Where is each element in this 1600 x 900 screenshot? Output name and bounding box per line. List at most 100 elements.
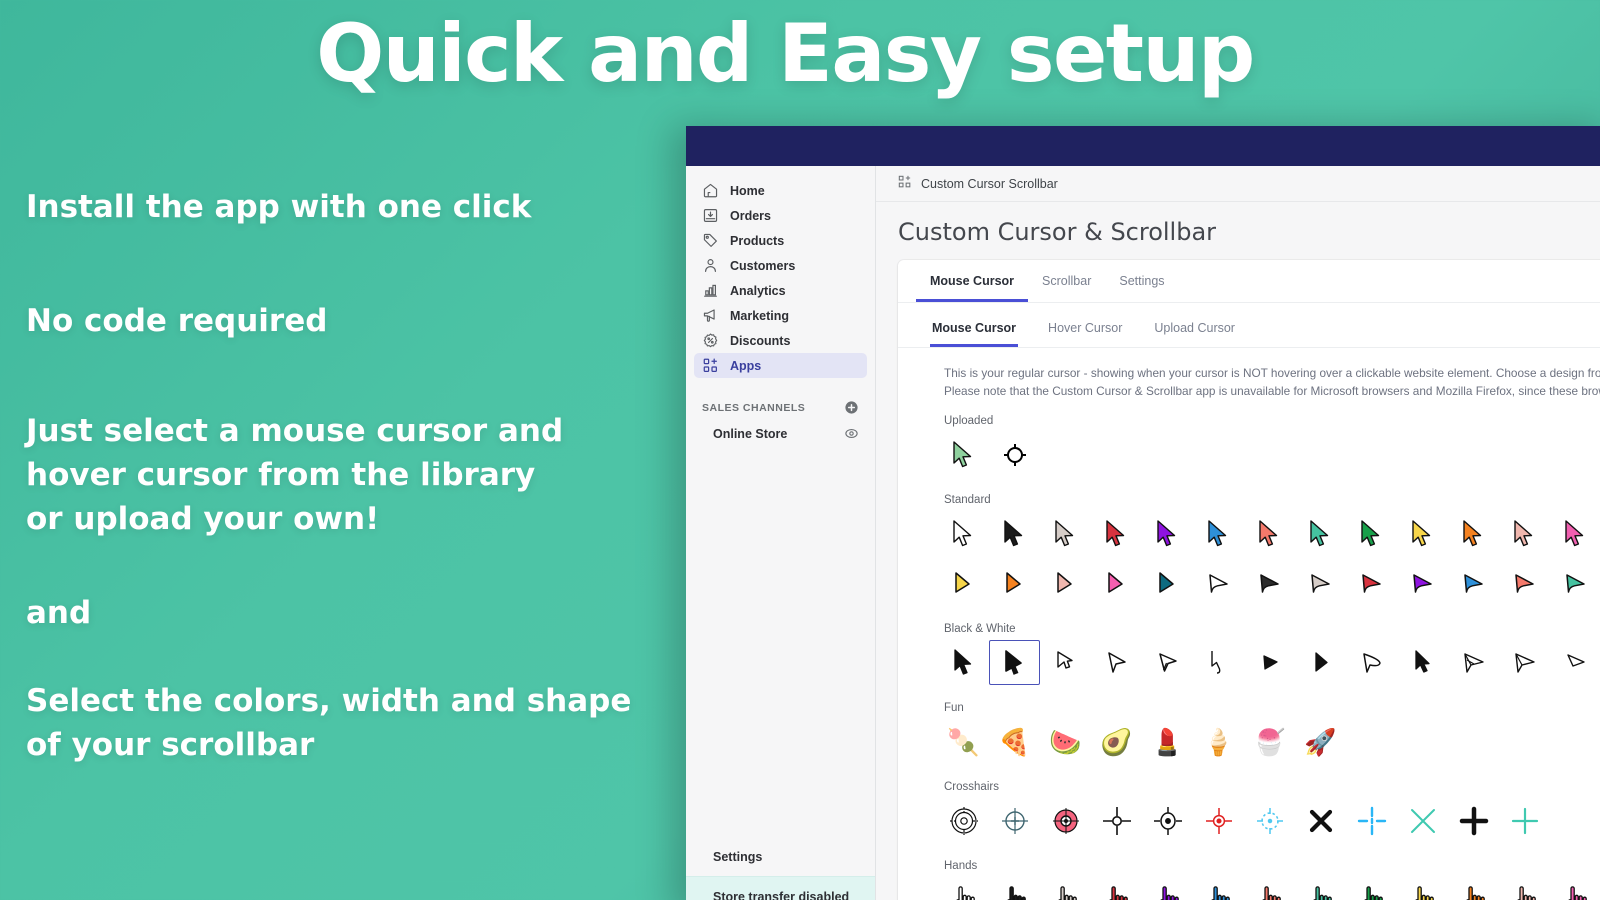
cursor-option-standard-1-10[interactable] xyxy=(1448,561,1499,606)
cursor-option-hand-8[interactable] xyxy=(1346,877,1397,900)
cursor-option-fun-2[interactable]: 🍉 xyxy=(1040,719,1091,764)
cursor-option-bw-12[interactable] xyxy=(1550,640,1600,685)
cursor-option-fun-7[interactable]: 🚀 xyxy=(1295,719,1346,764)
cursor-option-standard-1-7[interactable] xyxy=(1295,561,1346,606)
cursor-option-hand-0[interactable] xyxy=(938,877,989,900)
cursor-option-uploaded-1[interactable] xyxy=(989,432,1040,477)
cursor-option-bw-1[interactable] xyxy=(989,640,1040,686)
sidebar-channel-online-store[interactable]: Online Store xyxy=(694,421,867,454)
cursor-option-bw-5[interactable] xyxy=(1193,640,1244,685)
cursor-option-standard-1-9[interactable] xyxy=(1397,561,1448,606)
sidebar-item-analytics[interactable]: Analytics xyxy=(694,278,867,303)
cursor-option-standard-0-4[interactable] xyxy=(1142,511,1193,556)
promo-bullet-7: Select the colors, width and shape xyxy=(26,683,632,720)
store-transfer-banner[interactable]: Store transfer disabled xyxy=(686,876,875,900)
cursor-option-hand-7[interactable] xyxy=(1295,877,1346,900)
cursor-option-standard-1-0[interactable] xyxy=(938,561,989,606)
cursor-option-hand-10[interactable] xyxy=(1448,877,1499,900)
tab-scrollbar[interactable]: Scrollbar xyxy=(1028,260,1105,302)
cursor-row xyxy=(898,875,1600,900)
cursor-option-fun-5[interactable]: 🍦 xyxy=(1193,719,1244,764)
cursor-option-hand-2[interactable] xyxy=(1040,877,1091,900)
cursor-option-fun-3[interactable]: 🥑 xyxy=(1091,719,1142,764)
tab-hover-cursor[interactable]: Hover Cursor xyxy=(1046,315,1124,347)
plus-circle-icon[interactable] xyxy=(844,400,859,415)
sidebar-item-marketing[interactable]: Marketing xyxy=(694,303,867,328)
sidebar-item-settings[interactable]: Settings xyxy=(686,838,875,877)
sidebar-item-customers[interactable]: Customers xyxy=(694,253,867,278)
cursor-option-fun-6[interactable]: 🍧 xyxy=(1244,719,1295,764)
cursor-option-bw-8[interactable] xyxy=(1346,640,1397,685)
sidebar-item-apps[interactable]: Apps xyxy=(694,353,867,378)
cursor-option-standard-0-5[interactable] xyxy=(1193,511,1244,556)
cursor-option-bw-0[interactable] xyxy=(938,640,989,685)
cursor-option-standard-1-5[interactable] xyxy=(1193,561,1244,606)
cursor-option-standard-0-2[interactable] xyxy=(1040,511,1091,556)
cursor-option-crosshair-6[interactable] xyxy=(1244,798,1295,843)
sidebar-item-orders[interactable]: Orders xyxy=(694,203,867,228)
cursor-option-fun-1[interactable]: 🍕 xyxy=(989,719,1040,764)
cursor-option-crosshair-0[interactable] xyxy=(938,798,989,843)
cursor-option-fun-4[interactable]: 💄 xyxy=(1142,719,1193,764)
cursor-option-hand-5[interactable] xyxy=(1193,877,1244,900)
cursor-option-standard-1-8[interactable] xyxy=(1346,561,1397,606)
cursor-option-crosshair-10[interactable] xyxy=(1448,798,1499,843)
cursor-option-hand-11[interactable] xyxy=(1499,877,1550,900)
cursor-option-standard-1-6[interactable] xyxy=(1244,561,1295,606)
cursor-option-standard-1-3[interactable] xyxy=(1091,561,1142,606)
cursor-option-crosshair-11[interactable] xyxy=(1499,798,1550,843)
cursor-option-crosshair-3[interactable] xyxy=(1091,798,1142,843)
cursor-option-crosshair-2[interactable] xyxy=(1040,798,1091,843)
eye-icon[interactable] xyxy=(844,426,859,441)
cursor-option-crosshair-4[interactable] xyxy=(1142,798,1193,843)
cursor-option-bw-7[interactable] xyxy=(1295,640,1346,685)
cursor-option-bw-2[interactable] xyxy=(1040,640,1091,685)
sidebar-item-discounts[interactable]: Discounts xyxy=(694,328,867,353)
cursor-option-fun-0[interactable]: 🍡 xyxy=(938,719,989,764)
cursor-option-crosshair-8[interactable] xyxy=(1346,798,1397,843)
cursor-option-standard-0-8[interactable] xyxy=(1346,511,1397,556)
cursor-option-standard-0-12[interactable] xyxy=(1550,511,1600,556)
cursor-option-hand-12[interactable] xyxy=(1550,877,1600,900)
cursor-option-hand-4[interactable] xyxy=(1142,877,1193,900)
cursor-option-bw-6[interactable] xyxy=(1244,640,1295,685)
cursor-option-hand-1[interactable] xyxy=(989,877,1040,900)
cursor-option-standard-1-11[interactable] xyxy=(1499,561,1550,606)
tab-settings[interactable]: Settings xyxy=(1105,260,1178,302)
cursor-option-crosshair-5[interactable] xyxy=(1193,798,1244,843)
cursor-option-standard-1-2[interactable] xyxy=(1040,561,1091,606)
promo-bullet-5: or upload your own! xyxy=(26,501,380,538)
cursor-option-crosshair-1[interactable] xyxy=(989,798,1040,843)
cursor-option-bw-10[interactable] xyxy=(1448,640,1499,685)
cursor-option-standard-1-4[interactable] xyxy=(1142,561,1193,606)
cursor-option-standard-0-6[interactable] xyxy=(1244,511,1295,556)
cursor-option-standard-0-7[interactable] xyxy=(1295,511,1346,556)
cursor-option-standard-0-0[interactable] xyxy=(938,511,989,556)
tab-upload-cursor[interactable]: Upload Cursor xyxy=(1152,315,1237,347)
cursor-option-standard-0-11[interactable] xyxy=(1499,511,1550,556)
tab-mouse-cursor[interactable]: Mouse Cursor xyxy=(930,315,1019,347)
cursor-option-standard-0-9[interactable] xyxy=(1397,511,1448,556)
cursor-settings-card: Mouse Cursor Scrollbar Settings Mouse Curs… xyxy=(898,260,1600,900)
cursor-option-bw-11[interactable] xyxy=(1499,640,1550,685)
cursor-option-crosshair-9[interactable] xyxy=(1397,798,1448,843)
cursor-option-bw-3[interactable] xyxy=(1091,640,1142,685)
cursor-option-standard-1-12[interactable] xyxy=(1550,561,1600,606)
cursor-option-bw-9[interactable] xyxy=(1397,640,1448,685)
cursor-option-standard-1-1[interactable] xyxy=(989,561,1040,606)
cursor-option-standard-0-1[interactable] xyxy=(989,511,1040,556)
cursor-option-uploaded-0[interactable] xyxy=(938,432,989,477)
cursor-option-crosshair-7[interactable] xyxy=(1295,798,1346,843)
cursor-option-hand-9[interactable] xyxy=(1397,877,1448,900)
sidebar-item-products[interactable]: Products xyxy=(694,228,867,253)
cursor-row xyxy=(898,559,1600,609)
cursor-option-standard-0-10[interactable] xyxy=(1448,511,1499,556)
cursor-option-hand-6[interactable] xyxy=(1244,877,1295,900)
cursor-option-hand-3[interactable] xyxy=(1091,877,1142,900)
sidebar-item-label: Customers xyxy=(730,258,796,273)
cursor-option-standard-0-3[interactable] xyxy=(1091,511,1142,556)
tab-mouse-cursor[interactable]: Mouse Cursor xyxy=(916,260,1029,302)
sidebar-item-home[interactable]: Home xyxy=(694,178,867,203)
cursor-option-bw-4[interactable] xyxy=(1142,640,1193,685)
breadcrumb[interactable]: Custom Cursor Scrollbar xyxy=(876,166,1600,202)
